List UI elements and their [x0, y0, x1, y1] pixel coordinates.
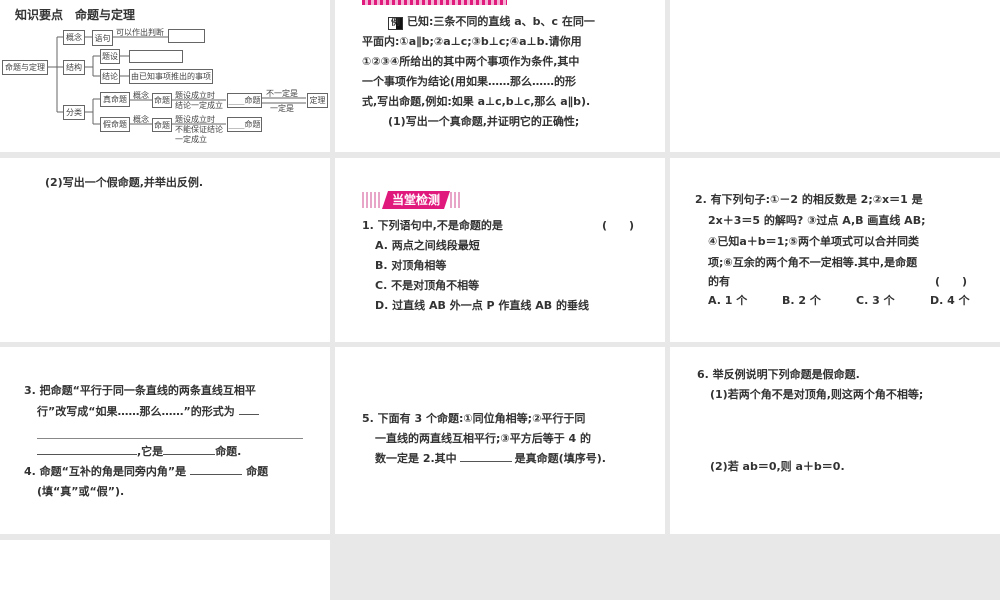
question-3-line-1: 3. 把命题“平行于同一条直线的两条直线互相平 — [24, 384, 256, 397]
answer-paren: ( ) — [602, 219, 635, 232]
option-c: C. 不是对顶角不相等 — [375, 279, 480, 292]
example-line-1: 例已知:三条不同的直线 a、b、c 在同一 — [388, 12, 595, 32]
text: 命题 — [246, 465, 269, 478]
theorem-node: 定理 — [307, 93, 328, 108]
structure-node: 结构 — [63, 60, 85, 75]
false-cond-3: 一定成立 — [175, 135, 207, 144]
question-4-line-2: (填“真”或“假”). — [37, 485, 125, 498]
option-a: A. 两点之间线段最短 — [375, 239, 480, 252]
question-5-line-3: 数一定是 2.其中 是真命题(填序号). — [375, 449, 606, 469]
banner-stripes — [450, 192, 463, 208]
judge-label: 可以作出判断 — [116, 28, 164, 37]
slide-6-thumbnail[interactable]: 2. 有下列句子:①－2 的相反数是 2;②x＝1 是 2x＋3＝5 的解吗? … — [670, 158, 1000, 342]
answer-blank[interactable] — [190, 463, 243, 475]
prop-node: 命题 — [152, 118, 172, 132]
answer-blank[interactable] — [238, 403, 259, 415]
question-2-line-2: 2x＋3＝5 的解吗? ③过点 A,B 画直线 AB; — [708, 214, 926, 227]
question-5-line-1: 5. 下面有 3 个命题:①同位角相等;②平行于同 — [362, 412, 586, 425]
banner-stripes — [362, 192, 382, 208]
true-cond-2: 结论一定成立 — [175, 101, 223, 110]
blank-box — [129, 50, 183, 63]
option-b: B. 2 个 — [782, 294, 821, 307]
question-6-title: 6. 举反例说明下列命题是假命题. — [697, 368, 860, 381]
slide-2-thumbnail[interactable]: 例已知:三条不同的直线 a、b、c 在同一 平面内:①a∥b;②a⊥c;③b⊥c… — [335, 0, 665, 152]
concept-label: 概念 — [133, 91, 149, 100]
conclusion-desc: 由已知事项推出的事项 — [129, 69, 213, 84]
slide-4-thumbnail[interactable]: (2)写出一个假命题,并举出反例. — [0, 158, 330, 342]
example-tag: 例 — [388, 17, 404, 30]
hypothesis-node: 题设 — [100, 49, 120, 64]
false-prop-node: 假命题 — [100, 117, 130, 132]
example-line-2: 平面内:①a∥b;②a⊥c;③b⊥c;④a⊥b.请你用 — [362, 35, 582, 48]
text: 已知:三条不同的直线 a、b、c 在同一 — [407, 15, 595, 28]
true-cond-1: 题设成立时 — [175, 91, 215, 100]
not-necessarily-label: 不一定是 — [266, 89, 298, 98]
example-line-4: 一个事项作为结论(用如果……那么……的形 — [362, 75, 577, 88]
question-3-line-3: ,它是 命题. — [37, 442, 241, 462]
banner-fragment — [362, 0, 507, 5]
statement-node: 语句 — [92, 30, 113, 46]
concept-node: 概念 — [63, 30, 85, 45]
text: ,它是 — [137, 445, 164, 458]
slide-10-thumbnail[interactable] — [0, 540, 330, 600]
answer-blank[interactable] — [459, 450, 512, 462]
classify-node: 分类 — [63, 105, 85, 120]
text: 4. 命题“互补的角是同旁内角”是 — [24, 465, 187, 478]
text: 数一定是 2.其中 — [375, 452, 457, 465]
necessarily-label: 一定是 — [270, 104, 294, 113]
blank-prop-node: ____命题 — [227, 117, 262, 132]
option-a: A. 1 个 — [708, 294, 748, 307]
example-part-1: (1)写出一个真命题,并证明它的正确性; — [388, 115, 580, 128]
slide-1-thumbnail[interactable]: 知识要点 命题与定理 命题与定理 概念 语句 可以作出判断 结构 题设 结论 由… — [0, 0, 330, 152]
false-cond-2: 不能保证结论 — [175, 125, 223, 134]
blank-box — [168, 29, 205, 43]
text: 行”改写成“如果……那么……”的形式为 — [37, 405, 235, 418]
example-line-5: 式,写出命题,例如:如果 a⊥c,b⊥c,那么 a∥b). — [362, 95, 591, 108]
section-banner: 当堂检测 — [362, 191, 463, 209]
question-6-part-1: (1)若两个角不是对顶角,则这两个角不相等; — [710, 388, 924, 401]
answer-blank[interactable] — [37, 443, 137, 455]
answer-blank[interactable] — [163, 443, 216, 455]
true-prop-node: 真命题 — [100, 92, 130, 107]
banner-label: 当堂检测 — [382, 191, 450, 209]
option-d: D. 过直线 AB 外一点 P 作直线 AB 的垂线 — [375, 299, 589, 312]
root-node: 命题与定理 — [2, 60, 48, 75]
text: 是真命题(填序号). — [514, 452, 606, 465]
question-6-part-2: (2)若 ab＝0,则 a＋b＝0. — [710, 460, 845, 473]
slide-8-thumbnail[interactable]: 5. 下面有 3 个命题:①同位角相等;②平行于同 一直线的两直线互相平行;③平… — [335, 347, 665, 534]
blank-prop-node: ____命题 — [227, 93, 262, 108]
question-2-line-5: 的有 — [708, 275, 730, 288]
text: 命题. — [215, 445, 242, 458]
question-1: 1. 下列语句中,不是命题的是 — [362, 219, 503, 232]
prop-node: 命题 — [152, 93, 172, 108]
option-d: D. 4 个 — [930, 294, 970, 307]
option-c: C. 3 个 — [856, 294, 895, 307]
conclusion-node: 结论 — [100, 69, 120, 84]
question-2-line-1: 2. 有下列句子:①－2 的相反数是 2;②x＝1 是 — [695, 193, 923, 206]
answer-paren: ( ) — [935, 275, 968, 288]
answer-blank-line[interactable] — [37, 438, 303, 439]
question-2-line-3: ④已知a＋b＝1;⑤两个单项式可以合并同类 — [708, 235, 919, 248]
example-line-3: ①②③④所给出的其中两个事项作为条件,其中 — [362, 55, 580, 68]
slide-9-thumbnail[interactable]: 6. 举反例说明下列命题是假命题. (1)若两个角不是对顶角,则这两个角不相等;… — [670, 347, 1000, 534]
question-2-line-4: 项;⑥互余的两个角不一定相等.其中,是命题 — [708, 256, 918, 269]
question-4-line-1: 4. 命题“互补的角是同旁内角”是 命题 — [24, 462, 268, 482]
slide-7-thumbnail[interactable]: 3. 把命题“平行于同一条直线的两条直线互相平 行”改写成“如果……那么……”的… — [0, 347, 330, 534]
slide-5-thumbnail[interactable]: 当堂检测 1. 下列语句中,不是命题的是 ( ) A. 两点之间线段最短 B. … — [335, 158, 665, 342]
part-2-text: (2)写出一个假命题,并举出反例. — [45, 176, 204, 189]
option-b: B. 对顶角相等 — [375, 259, 447, 272]
slide-3-thumbnail[interactable] — [670, 0, 1000, 152]
concept-label: 概念 — [133, 115, 149, 124]
question-5-line-2: 一直线的两直线互相平行;③平方后等于 4 的 — [375, 432, 592, 445]
question-3-line-2: 行”改写成“如果……那么……”的形式为 — [37, 402, 259, 422]
false-cond-1: 题设成立时 — [175, 115, 215, 124]
